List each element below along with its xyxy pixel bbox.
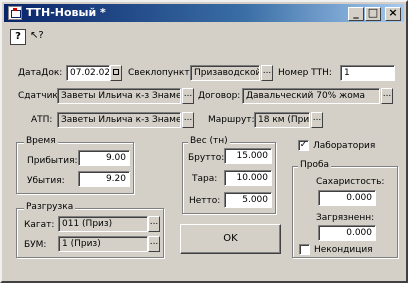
atp-select-button[interactable]: ...	[182, 112, 194, 128]
help-button[interactable]: ?	[10, 29, 26, 45]
maximize-button[interactable]: □	[365, 6, 381, 21]
dirt-field[interactable]: 0.000	[318, 225, 376, 241]
sample-group-title: Проба	[298, 160, 332, 170]
laboratory-label: Лаборатория	[313, 141, 376, 151]
contract-label: Договор:	[198, 91, 241, 101]
laboratory-checkbox[interactable]: ✓	[298, 140, 309, 151]
atp-label: АТП:	[31, 115, 53, 125]
noncondition-label: Некондиция	[314, 245, 373, 255]
tare-label: Тара:	[192, 174, 218, 184]
gross-field[interactable]: 15.000	[224, 148, 272, 164]
ttn-number-field[interactable]: 1	[340, 65, 395, 81]
atp-field[interactable]: Заветы Ильича к-з Знаменск	[57, 112, 181, 128]
departure-label: Убытия:	[27, 176, 65, 186]
main-window: ТТН-Новый * _ □ × ? ↖? ДатаДок: 07.02.02…	[0, 0, 408, 283]
departure-field[interactable]: 9.20	[78, 171, 130, 187]
pile-select-button[interactable]: ...	[148, 216, 160, 232]
whats-this-icon: ↖?	[30, 30, 44, 41]
help-icon: ?	[15, 31, 21, 42]
unload-group-title: Разгрузка	[24, 202, 76, 212]
tare-field[interactable]: 10.000	[224, 170, 272, 186]
window-title: ТТН-Новый *	[26, 6, 106, 19]
gross-label: Брутто:	[188, 153, 225, 163]
contract-select-button[interactable]: ...	[381, 88, 393, 104]
maximize-icon: □	[367, 6, 379, 19]
grower-label: Свеклопункт:	[128, 68, 193, 78]
date-field[interactable]: 07.02.02	[66, 65, 110, 81]
whats-this-button[interactable]: ↖?	[30, 29, 46, 45]
contract-field[interactable]: Давальческий 70% жома	[242, 88, 380, 104]
bum-field[interactable]: 1 (Приз)	[58, 236, 148, 252]
pile-field[interactable]: 011 (Приз)	[58, 216, 148, 232]
net-label: Нетто:	[189, 196, 221, 206]
supplier-field[interactable]: Заветы Ильича к-з Знаменск	[57, 88, 181, 104]
close-button[interactable]: ×	[385, 6, 401, 21]
arrival-label: Прибытия:	[27, 156, 78, 166]
close-icon: ×	[388, 6, 398, 19]
calendar-button[interactable]	[110, 65, 122, 81]
supplier-select-button[interactable]: ...	[182, 88, 194, 104]
bum-select-button[interactable]: ...	[148, 236, 160, 252]
ok-button[interactable]: OK	[180, 224, 281, 254]
grower-select-button[interactable]: ...	[261, 65, 273, 81]
supplier-label: Сдатчик:	[18, 91, 61, 101]
net-field[interactable]: 5.000	[224, 192, 272, 208]
minimize-button[interactable]: _	[348, 6, 364, 21]
app-icon	[8, 6, 22, 20]
weight-group-title: Вес (тн)	[188, 136, 230, 146]
dirt-label: Загрязненн:	[316, 213, 375, 223]
pile-label: Кагат:	[24, 220, 55, 230]
sugar-field[interactable]: 0.000	[318, 190, 376, 206]
route-field[interactable]: 18 км (Приз)	[254, 112, 310, 128]
sugar-label: Сахаристость:	[316, 177, 385, 187]
bum-label: БУМ:	[24, 240, 47, 250]
noncondition-checkbox[interactable]	[299, 244, 310, 255]
grower-field[interactable]: Призаводской	[190, 65, 260, 81]
arrival-field[interactable]: 9.00	[78, 150, 130, 166]
minimize-icon: _	[353, 6, 359, 19]
time-group-title: Время	[24, 136, 58, 146]
date-label: ДатаДок:	[18, 68, 63, 78]
title-bar[interactable]: ТТН-Новый * _ □ ×	[4, 4, 404, 22]
calendar-icon	[113, 69, 119, 75]
route-select-button[interactable]: ...	[311, 112, 323, 128]
route-label: Маршрут:	[208, 115, 255, 125]
ttn-label: Номер ТТН:	[278, 68, 332, 78]
